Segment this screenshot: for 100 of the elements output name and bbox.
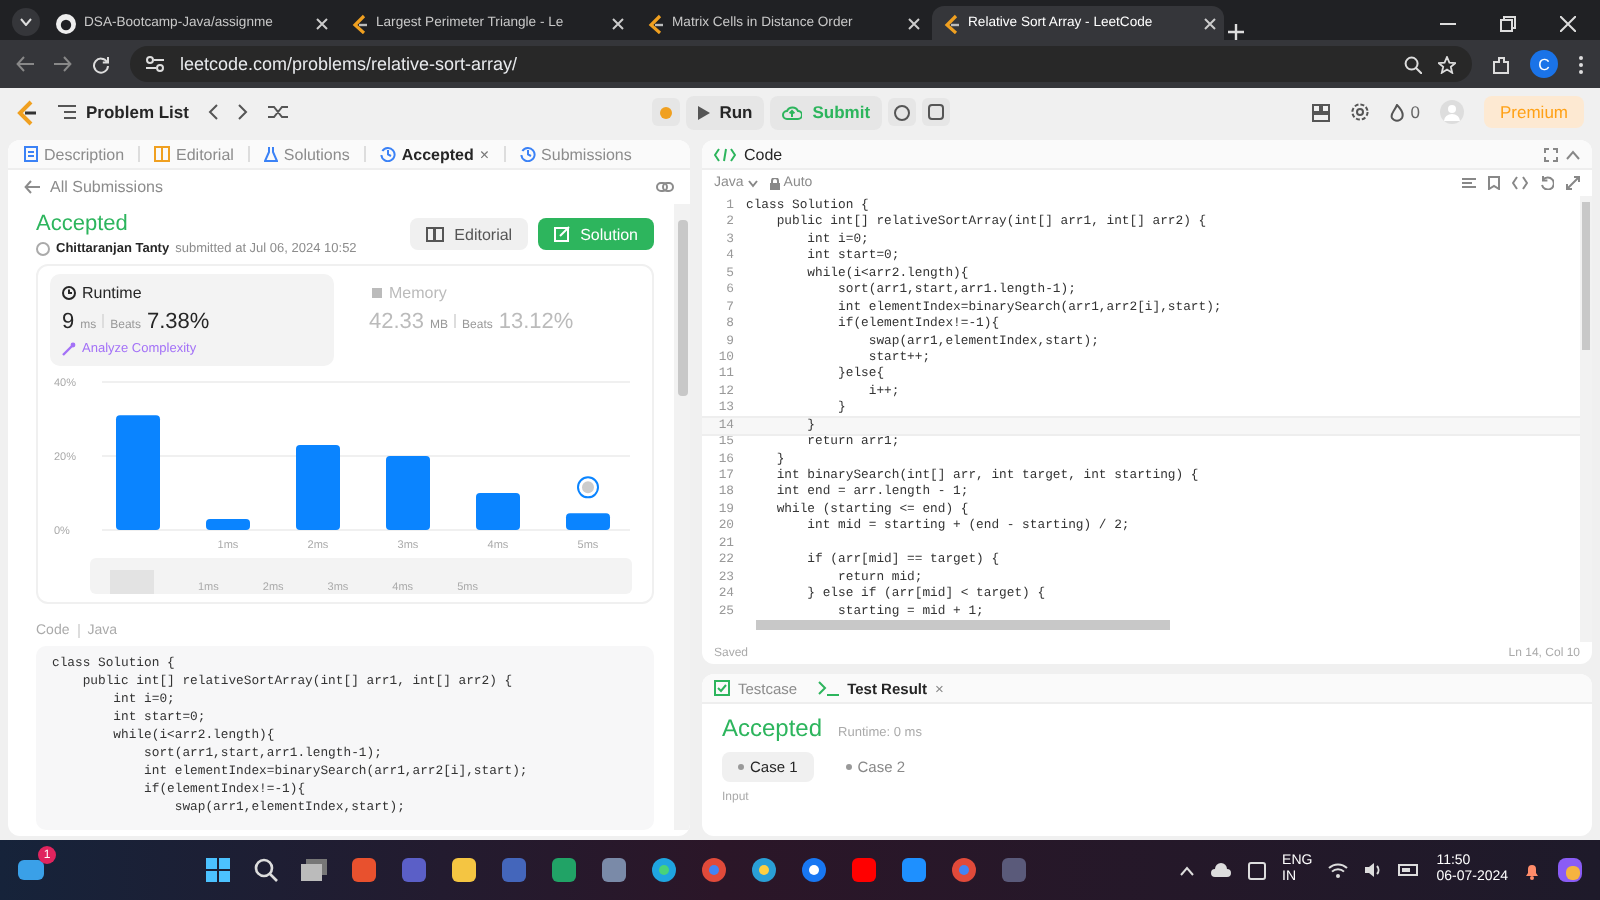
tab-search-button[interactable] xyxy=(12,8,40,36)
app-icon[interactable] xyxy=(600,856,629,884)
panel-tab[interactable]: Solutions xyxy=(255,145,358,163)
close-icon[interactable] xyxy=(1204,17,1216,29)
book-icon xyxy=(426,226,445,242)
beats-value: 7.38% xyxy=(146,310,210,334)
chart-bar xyxy=(206,518,250,530)
extensions-icon[interactable] xyxy=(1492,55,1510,73)
wand-icon xyxy=(62,342,76,356)
format-icon[interactable] xyxy=(1462,177,1476,189)
solution-button[interactable]: Solution xyxy=(538,218,654,250)
streak-counter[interactable]: 0 xyxy=(1390,102,1420,122)
back-arrow-icon[interactable] xyxy=(24,180,40,194)
code-icon xyxy=(714,147,736,161)
list-icon xyxy=(58,104,76,120)
history-icon xyxy=(379,146,396,162)
browser-icon[interactable] xyxy=(800,856,829,884)
layout-icon[interactable] xyxy=(1312,103,1331,121)
tray-app-icon[interactable] xyxy=(1248,861,1267,879)
braces-icon[interactable] xyxy=(1512,176,1528,190)
document-icon xyxy=(24,146,38,162)
app-icon[interactable] xyxy=(350,856,379,884)
bookmark-icon[interactable] xyxy=(1488,176,1500,190)
forward-arrow-icon[interactable] xyxy=(54,56,72,72)
metric-title: Memory xyxy=(389,284,447,302)
status-dot-icon xyxy=(738,764,744,770)
chart-bar xyxy=(566,513,610,530)
user-marker-icon xyxy=(577,476,599,499)
result-status: Accepted xyxy=(722,714,823,742)
app-icon[interactable] xyxy=(450,856,479,884)
play-icon xyxy=(697,105,710,119)
panel-tab[interactable]: Editorial xyxy=(146,145,242,163)
metric-value: 9 xyxy=(62,310,75,334)
address-bar[interactable]: leetcode.com/problems/relative-sort-array/ xyxy=(130,46,1472,82)
flask-icon xyxy=(263,146,278,162)
browser-icon[interactable] xyxy=(650,856,679,884)
leetcode-logo-icon xyxy=(944,13,960,33)
site-settings-icon[interactable] xyxy=(146,56,164,72)
close-icon[interactable] xyxy=(316,17,328,29)
panel-tab[interactable]: Submissions xyxy=(511,145,640,163)
profile-avatar[interactable]: C xyxy=(1530,50,1558,78)
metric-value: 42.33 xyxy=(369,310,425,334)
panel-tab[interactable]: Description xyxy=(16,145,133,163)
browser-icon[interactable] xyxy=(750,856,779,884)
chevron-up-icon[interactable] xyxy=(1180,865,1195,875)
app-icon[interactable] xyxy=(900,856,929,884)
new-tab-icon[interactable] xyxy=(1228,24,1244,40)
beats-value: 13.12% xyxy=(498,310,574,334)
cloud-icon[interactable] xyxy=(1210,862,1233,878)
restore-icon[interactable] xyxy=(1500,16,1516,32)
chart-bar xyxy=(386,456,430,530)
chevron-right-icon[interactable] xyxy=(238,104,249,120)
search-icon[interactable] xyxy=(254,858,279,882)
leetcode-logo-icon xyxy=(16,99,38,125)
expand-icon[interactable] xyxy=(1566,176,1580,190)
close-icon[interactable] xyxy=(908,17,920,29)
wifi-icon[interactable] xyxy=(1328,862,1349,878)
cloud-upload-icon xyxy=(782,104,803,120)
link-icon[interactable] xyxy=(656,180,674,194)
leetcode-logo-icon xyxy=(352,13,368,33)
terminal-icon xyxy=(817,680,840,696)
editorial-button[interactable]: Editorial xyxy=(410,218,529,250)
problem-list-link[interactable]: Problem List xyxy=(58,102,189,122)
reset-icon[interactable] xyxy=(1540,176,1554,190)
checkbox-icon xyxy=(714,680,730,696)
zoom-icon[interactable] xyxy=(1404,55,1422,73)
leetcode-logo-icon xyxy=(648,13,664,33)
back-arrow-icon[interactable] xyxy=(16,56,34,72)
windows-start-icon[interactable] xyxy=(204,856,233,884)
collapse-icon[interactable] xyxy=(1566,149,1580,159)
bookmark-star-icon[interactable] xyxy=(1438,55,1456,73)
fullscreen-icon[interactable] xyxy=(1544,147,1558,161)
edit-icon xyxy=(554,226,571,242)
bell-icon[interactable] xyxy=(1524,861,1541,879)
task-view-icon[interactable] xyxy=(300,858,329,882)
settings-icon[interactable] xyxy=(1350,102,1371,122)
panel-tab[interactable]: Accepted × xyxy=(371,145,498,163)
app-icon[interactable] xyxy=(850,856,879,884)
chart-bar xyxy=(116,415,160,530)
run-button[interactable]: Run xyxy=(685,95,765,129)
close-icon[interactable] xyxy=(612,17,624,29)
app-icon[interactable] xyxy=(550,856,579,884)
history-icon xyxy=(519,146,536,162)
shuffle-icon[interactable] xyxy=(268,104,289,120)
clock-icon xyxy=(62,286,76,300)
close-icon[interactable] xyxy=(1560,16,1576,32)
reload-icon[interactable] xyxy=(92,55,110,73)
chart-bar xyxy=(476,493,520,530)
speaker-icon[interactable] xyxy=(1364,862,1383,878)
avatar-icon xyxy=(36,242,50,256)
book-icon xyxy=(154,146,171,162)
panel-title: Code xyxy=(744,145,783,163)
chevron-down-icon xyxy=(747,179,758,187)
chart-bar xyxy=(296,444,340,530)
battery-icon[interactable] xyxy=(1398,864,1421,876)
chevron-down-icon xyxy=(20,18,32,26)
chevron-left-icon[interactable] xyxy=(208,104,219,120)
lock-icon xyxy=(769,177,780,189)
more-menu-icon[interactable] xyxy=(1578,55,1584,73)
all-submissions-link[interactable]: All Submissions xyxy=(50,178,163,196)
